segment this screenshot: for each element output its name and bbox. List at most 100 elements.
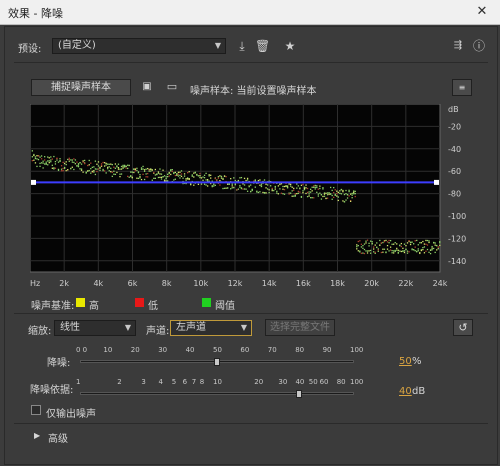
noise-sample-dot [111,163,113,166]
noise-sample-dot [342,191,344,193]
noise-sample-dot [274,188,276,190]
noise-sample-dot [319,192,321,194]
noise-sample-dot [200,177,203,179]
slider-tick-label: 50 [213,346,222,354]
noise-sample-dot [134,170,137,172]
noise-sample-dot [422,240,424,243]
noise-sample-dot [279,188,281,190]
noise-sample-dot [70,167,72,170]
noise-sample-dot [391,252,393,254]
routing-icon[interactable]: ⇶ [451,39,465,53]
noise-sample-dot [380,251,383,254]
noise-sample-dot [188,178,190,181]
noise-sample-dot [274,185,276,188]
noise-sample-dot [114,167,117,169]
noise-sample-dot [33,154,35,157]
reduce-by-thumb[interactable] [296,390,303,398]
reset-icon[interactable]: ↺ [453,319,473,336]
noise-sample-dot [73,161,75,164]
noise-sample-dot [380,242,383,244]
noise-sample-dot [206,178,209,181]
channel-dropdown[interactable]: 左声道 ▼ [170,320,252,336]
noise-sample-dot [423,246,426,248]
reduce-by-track[interactable] [80,392,354,395]
noise-sample-dot [234,184,236,186]
scale-dropdown[interactable]: 线性 ▼ [54,320,136,336]
noise-sample-dot [59,158,61,160]
output-noise-only-checkbox[interactable] [31,405,41,415]
slider-tick-label: 90 [322,346,332,354]
noise-sample-dot [239,186,241,188]
noise-sample-dot [371,241,373,243]
noise-sample-dot [426,239,429,242]
noise-sample-dot [183,175,186,177]
noise-sample-dot [357,240,359,243]
x-tick-label: 8k [162,279,172,288]
noise-sample-dot [83,159,86,162]
reduce-by-value[interactable]: 40 [399,386,412,397]
noise-sample-dot [122,164,124,167]
noise-sample-dot [382,241,384,244]
noise-sample-dot [154,177,157,180]
noise-sample-dot [246,177,249,180]
noise-sample-dot [42,167,44,169]
noise-sample-dot [50,159,52,161]
graph-menu-button[interactable]: ≡ [452,79,472,96]
noise-sample-dot [403,251,406,254]
noise-sample-dot [353,190,355,192]
noise-sample-dot [79,168,81,170]
advanced-label[interactable]: 高级 [48,430,68,445]
noise-sample-dot [296,193,298,195]
window-title: 效果 - 降噪 [8,7,63,20]
noise-sample-dot [243,184,246,186]
noise-sample-dot [349,200,352,202]
noise-sample-dot [311,186,313,188]
preset-dropdown[interactable]: (自定义) ▼ [52,38,226,54]
noise-sample-dot [44,159,46,161]
separator-mid [14,313,488,314]
save-noise-print-icon[interactable]: ▣ [140,80,154,94]
noise-sample-dot [340,189,343,191]
noise-sample-dot [408,240,410,242]
noise-sample-dot [288,193,290,195]
noise-sample-dot [431,245,433,248]
star-icon[interactable]: ★ [283,39,297,53]
noise-sample-dot [400,242,403,245]
noise-spectrum-graph[interactable]: -20 -40 -60 -80 -100 -120 -140 Hz 2k 4k 6k 8k 10k 12… [30,104,490,294]
noise-sample-dot [368,242,370,245]
noise-sample-dot [432,247,435,250]
noise-reduction-value[interactable]: 50 [399,356,412,367]
noise-sample-dot [91,166,93,168]
noise-sample-dot [345,193,347,195]
noise-sample-dot [147,176,149,178]
noise-sample-dot [103,162,106,164]
window-titlebar: 效果 - 降噪 ✕ [0,0,500,25]
trash-icon[interactable]: 🗑 [255,39,270,53]
noise-sample-dot [223,187,226,189]
noise-sample-dot [136,169,138,172]
noise-sample-dot [362,252,364,254]
capture-noise-print-button[interactable]: 捕捉噪声样本 [31,79,131,96]
noise-sample-dot [311,190,313,192]
info-icon[interactable]: ⓘ [472,39,486,53]
save-preset-icon[interactable]: ⤓ [235,39,249,53]
select-entire-file-button[interactable]: 选择完整文件 [265,319,335,336]
noise-sample-dot [239,177,241,179]
noise-sample-dot [34,162,37,164]
noise-sample-dot [283,185,286,188]
noise-sample-dot [36,158,38,160]
noise-sample-dot [240,176,243,179]
noise-sample-dot [130,171,132,173]
noise-sample-dot [343,201,346,203]
noise-sample-dot [334,189,336,191]
slider-tick-label: 60 [319,378,329,386]
noise-sample-dot [326,192,329,194]
advanced-expand-icon[interactable]: ▶ [34,431,40,440]
noise-sample-dot [431,247,433,249]
noise-reduction-thumb[interactable] [214,358,220,366]
folder-icon[interactable]: ▭ [164,80,180,94]
noise-sample-dot [179,171,181,173]
x-tick-label: 18k [330,279,345,288]
noise-sample-dot [293,187,295,190]
window-close-button[interactable]: ✕ [470,3,494,20]
